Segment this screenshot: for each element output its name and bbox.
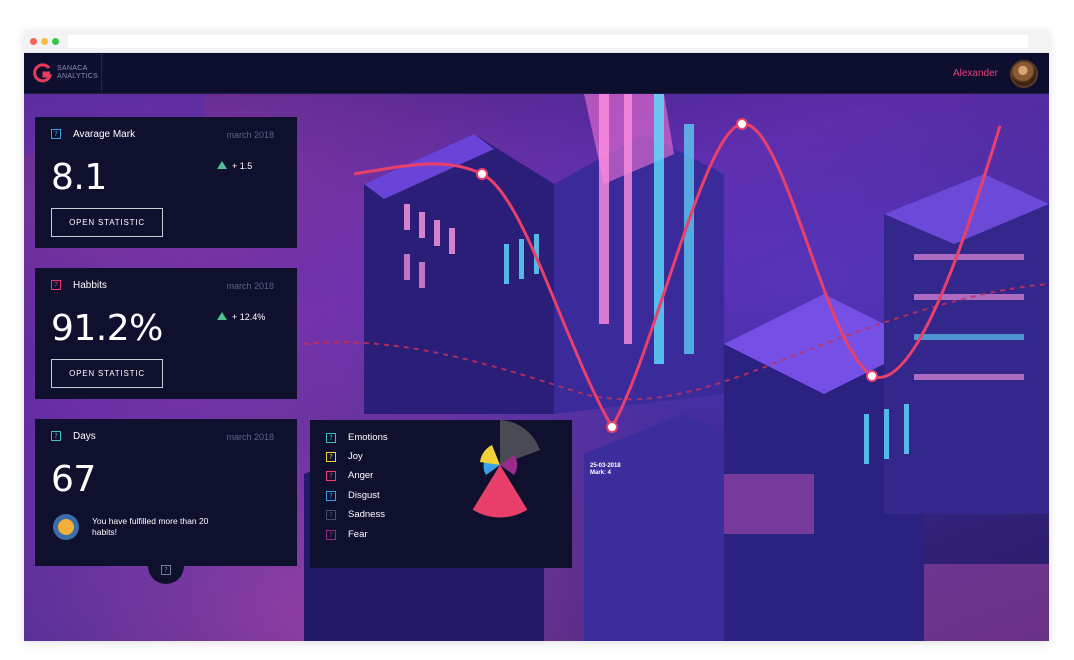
brand-name: SANACA ANALYTICS (57, 65, 98, 81)
card-value: 67 (51, 459, 96, 500)
days-card: ? Days march 2018 67 You have fulfilled … (35, 419, 297, 566)
minimize-window-dot[interactable] (41, 38, 48, 45)
brand-line-2: ANALYTICS (57, 73, 99, 80)
address-bar[interactable] (68, 35, 1028, 48)
thumbs-up-badge-icon (53, 514, 79, 540)
help-icon[interactable]: ? (51, 280, 61, 290)
legend-label: Anger (348, 470, 374, 481)
sadness-slice (500, 420, 540, 465)
help-icon: ? (326, 530, 336, 540)
chart-point-tooltip: 25-03-2018 Mark: 4 (590, 463, 621, 477)
close-window-dot[interactable] (30, 38, 37, 45)
card-value: 91.2% (51, 308, 163, 349)
help-icon: ? (326, 491, 336, 501)
card-delta: + 1.5 (232, 161, 253, 171)
achievement-text: You have fulfilled more than 20 habits! (92, 516, 209, 537)
user-name[interactable]: Alexander (953, 68, 998, 79)
brand-line-1: SANACA (57, 65, 88, 72)
card-date: march 2018 (226, 281, 274, 291)
user-avatar[interactable] (1010, 60, 1038, 88)
card-date: march 2018 (226, 130, 274, 140)
chart-point (476, 168, 488, 180)
help-icon: ? (326, 471, 336, 481)
help-icon[interactable]: ? (161, 565, 171, 575)
legend-label: Fear (348, 529, 368, 540)
habbits-card: ? Habbits march 2018 91.2% + 12.4% OPEN … (35, 268, 297, 399)
help-icon: ? (326, 510, 336, 520)
app-header: SANACA ANALYTICS Alexander (24, 53, 1049, 94)
anger-slice (472, 465, 528, 518)
average-mark-card: ? Avarage Mark march 2018 8.1 + 1.5 OPEN… (35, 117, 297, 248)
card-title: Avarage Mark (73, 129, 136, 140)
help-icon[interactable]: ? (51, 129, 61, 139)
card-date: march 2018 (226, 432, 274, 442)
trend-up-icon (217, 312, 227, 320)
browser-window: SANACA ANALYTICS Alexander 25-03-2018 Ma… (24, 30, 1049, 641)
brand-logo-icon[interactable] (33, 63, 53, 83)
legend-label: Disgust (348, 490, 380, 501)
emotions-polar-chart[interactable] (460, 420, 550, 530)
help-icon: ? (326, 433, 336, 443)
header-divider (101, 53, 102, 94)
chart-point (736, 118, 748, 130)
open-statistic-button[interactable]: OPEN STATISTIC (51, 359, 163, 388)
maximize-window-dot[interactable] (52, 38, 59, 45)
trend-up-icon (217, 161, 227, 169)
help-icon[interactable]: ? (51, 431, 61, 441)
card-title: Habbits (73, 280, 107, 291)
tooltip-date: 25-03-2018 (590, 463, 621, 469)
help-icon: ? (326, 452, 336, 462)
legend-label: Emotions (348, 432, 388, 443)
legend-label: Sadness (348, 509, 385, 520)
browser-toolbar (24, 30, 1049, 53)
chart-point (606, 421, 618, 433)
legend-label: Joy (348, 451, 363, 462)
badge-core (58, 519, 74, 535)
chart-point (866, 370, 878, 382)
joy-slice (480, 445, 500, 465)
card-delta: + 12.4% (232, 312, 266, 322)
emotions-card: ? Emotions ? Joy ? Anger ? Disgust ? Sad… (310, 420, 572, 568)
card-value: 8.1 (51, 157, 107, 198)
tooltip-mark: Mark: 4 (590, 470, 612, 476)
open-statistic-button[interactable]: OPEN STATISTIC (51, 208, 163, 237)
card-title: Days (73, 431, 96, 442)
